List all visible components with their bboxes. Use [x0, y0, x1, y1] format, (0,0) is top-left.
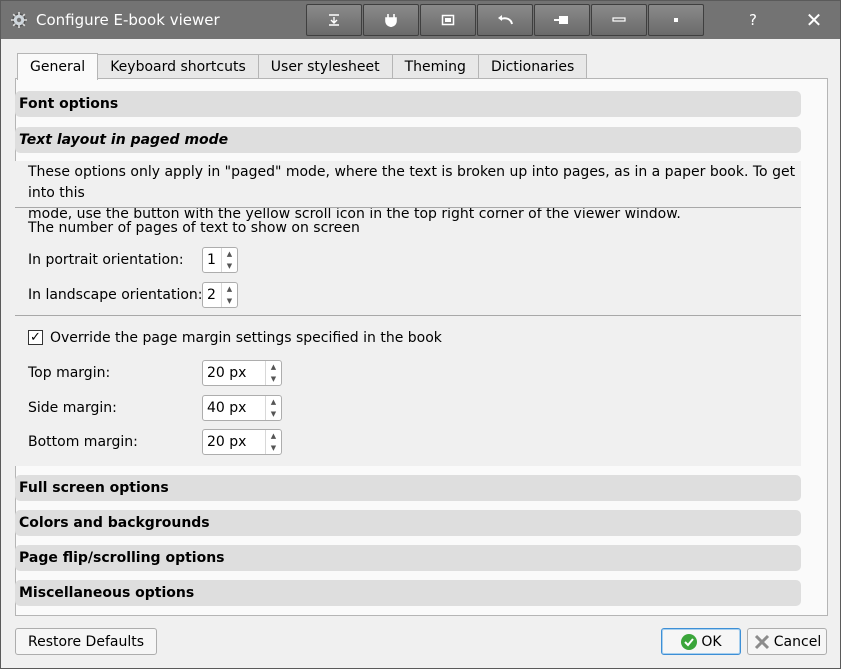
tab-label: Dictionaries	[490, 59, 575, 75]
divider	[15, 315, 801, 316]
fit-width-button[interactable]	[306, 4, 362, 36]
spin-arrows[interactable]: ▲ ▼	[221, 248, 237, 272]
description-line: These options only apply in "paged" mode…	[28, 164, 796, 201]
cancel-label: Cancel	[773, 633, 822, 650]
top-margin-spinbox[interactable]: 20 px ▲ ▼	[202, 360, 282, 386]
spin-arrows[interactable]: ▲ ▼	[221, 283, 237, 307]
plug-button[interactable]	[363, 4, 419, 36]
tab-bar: General Keyboard shortcuts User styleshe…	[17, 53, 588, 80]
paged-description: These options only apply in "paged" mode…	[28, 162, 818, 225]
side-margin-label: Side margin:	[28, 400, 117, 416]
override-margins-label[interactable]: Override the page margin settings specif…	[50, 330, 442, 346]
plug-icon	[385, 14, 397, 27]
down-arrow-icon[interactable]: ▼	[266, 442, 281, 454]
undo-button[interactable]	[477, 4, 533, 36]
spin-arrows[interactable]: ▲ ▼	[265, 430, 281, 454]
dot-icon	[674, 18, 678, 22]
portrait-spinbox[interactable]: 1 ▲ ▼	[202, 247, 238, 273]
side-margin-spinbox[interactable]: 40 px ▲ ▼	[202, 395, 282, 421]
landscape-label: In landscape orientation:	[28, 287, 203, 303]
spin-arrows[interactable]: ▲ ▼	[265, 361, 281, 385]
restore-label: Restore Defaults	[27, 633, 145, 650]
pages-heading: The number of pages of text to show on s…	[28, 220, 360, 236]
fullscreen-icon	[441, 14, 455, 26]
minimize-panel-button[interactable]	[591, 4, 647, 36]
tab-label: Theming	[404, 59, 466, 75]
help-button[interactable]: ?	[730, 1, 776, 39]
tab-label: User stylesheet	[270, 59, 380, 75]
down-arrow-icon[interactable]: ▼	[222, 295, 237, 307]
cancel-x-icon	[754, 634, 769, 649]
section-full-screen[interactable]: Full screen options	[15, 475, 801, 501]
fullscreen-button[interactable]	[420, 4, 476, 36]
tab-general[interactable]: General	[17, 53, 99, 80]
section-page-flip[interactable]: Page flip/scrolling options	[15, 545, 801, 571]
bottom-margin-value: 20 px	[207, 434, 247, 450]
undo-icon	[498, 15, 513, 25]
divider	[15, 207, 801, 208]
down-arrow-icon[interactable]: ▼	[266, 373, 281, 385]
tab-dictionaries[interactable]: Dictionaries	[477, 54, 588, 79]
ok-label: OK	[701, 633, 722, 650]
cancel-button[interactable]: Cancel	[747, 628, 827, 655]
window-title: Configure E-book viewer	[36, 11, 220, 29]
override-margins-checkbox[interactable]: ✓	[28, 330, 43, 345]
top-margin-value: 20 px	[207, 365, 247, 381]
pin-icon	[554, 16, 568, 24]
down-arrow-icon[interactable]: ▼	[266, 408, 281, 420]
section-font-options[interactable]: Font options	[15, 91, 801, 117]
portrait-label: In portrait orientation:	[28, 252, 184, 268]
landscape-value: 2	[207, 287, 216, 303]
tab-theming[interactable]: Theming	[391, 54, 479, 79]
spin-arrows[interactable]: ▲ ▼	[265, 396, 281, 420]
tab-label: General	[30, 59, 86, 75]
landscape-spinbox[interactable]: 2 ▲ ▼	[202, 282, 238, 308]
side-margin-value: 40 px	[207, 400, 247, 416]
minus-icon	[612, 17, 626, 22]
tab-label: Keyboard shortcuts	[110, 59, 246, 75]
viewer-toolbar	[306, 4, 705, 36]
section-colors[interactable]: Colors and backgrounds	[15, 510, 801, 536]
section-misc[interactable]: Miscellaneous options	[15, 580, 801, 606]
restore-defaults-button[interactable]: Restore Defaults	[15, 628, 157, 655]
gear-app-icon	[11, 12, 27, 28]
section-text-layout[interactable]: Text layout in paged mode	[15, 127, 801, 153]
check-icon	[681, 633, 698, 650]
top-margin-label: Top margin:	[28, 365, 111, 381]
ok-button[interactable]: OK	[661, 628, 741, 655]
config-dialog: Configure E-book viewer ? ✕ General Keyb…	[0, 0, 841, 669]
close-button[interactable]: ✕	[791, 1, 837, 39]
bottom-margin-spinbox[interactable]: 20 px ▲ ▼	[202, 429, 282, 455]
tab-user-stylesheet[interactable]: User stylesheet	[257, 54, 393, 79]
title-bar[interactable]: Configure E-book viewer ? ✕	[1, 1, 840, 39]
dot-button[interactable]	[648, 4, 704, 36]
fit-width-icon	[329, 14, 339, 26]
bottom-margin-label: Bottom margin:	[28, 434, 138, 450]
down-arrow-icon[interactable]: ▼	[222, 260, 237, 272]
portrait-value: 1	[207, 252, 216, 268]
pin-button[interactable]	[534, 4, 590, 36]
tab-keyboard-shortcuts[interactable]: Keyboard shortcuts	[97, 54, 259, 79]
